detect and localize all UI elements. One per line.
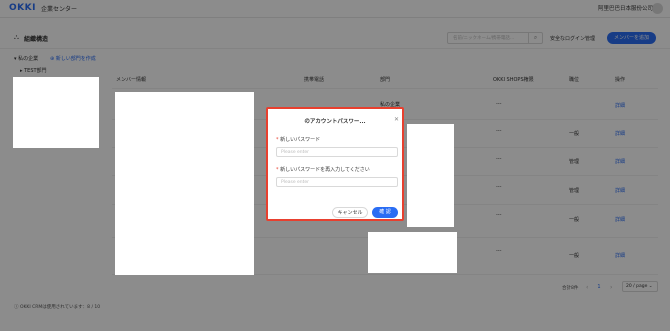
confirm-button[interactable]: 確 認: [372, 207, 398, 218]
cancel-button[interactable]: キャンセル: [332, 207, 368, 218]
password-reset-modal: のアカウントパスワー... ✕ * 新しいパスワード Please enter …: [266, 107, 404, 221]
redacted-block: [407, 124, 454, 227]
new-password-label: * 新しいパスワード: [276, 136, 320, 143]
modal-title: のアカウントパスワー...: [304, 119, 366, 125]
redacted-block: [368, 232, 457, 273]
confirm-password-field[interactable]: Please enter: [276, 177, 398, 187]
redacted-member-block: [115, 92, 254, 275]
close-icon[interactable]: ✕: [394, 116, 399, 123]
new-password-label-text: 新しいパスワード: [280, 137, 321, 143]
new-password-field[interactable]: Please enter: [276, 147, 398, 157]
confirm-password-placeholder: Please enter: [281, 180, 310, 185]
required-mark: *: [276, 137, 279, 143]
confirm-password-label: * 新しいパスワードを再入力してください: [276, 166, 370, 173]
confirm-password-label-text: 新しいパスワードを再入力してください: [280, 167, 370, 173]
required-mark: *: [276, 167, 279, 173]
new-password-placeholder: Please enter: [281, 150, 310, 155]
redacted-block: [13, 77, 99, 148]
